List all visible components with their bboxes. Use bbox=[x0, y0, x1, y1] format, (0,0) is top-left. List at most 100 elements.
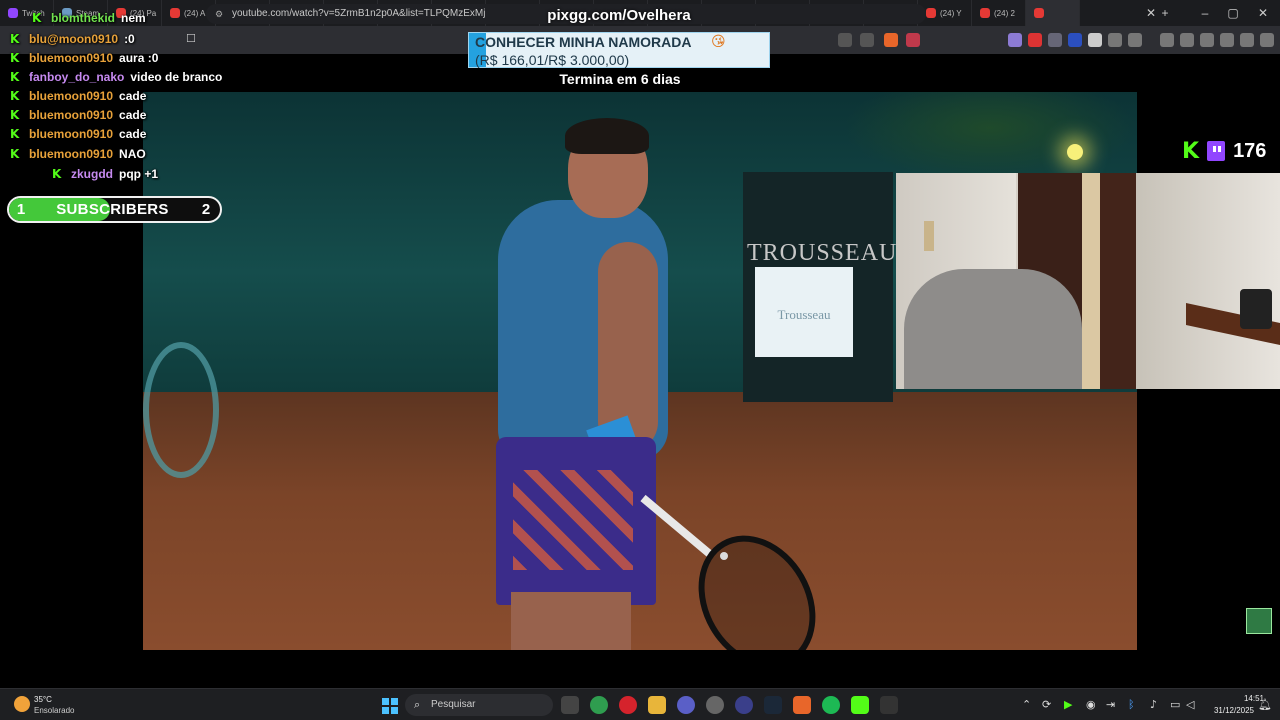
kick-app-icon[interactable] bbox=[851, 696, 869, 714]
steam-icon[interactable] bbox=[764, 696, 782, 714]
chat-username[interactable]: fanboy_do_nako bbox=[29, 70, 124, 84]
wallet-icon[interactable] bbox=[1200, 33, 1214, 47]
windows-start-icon[interactable] bbox=[382, 698, 398, 714]
share-icon[interactable] bbox=[860, 33, 874, 47]
chat-text: :0 bbox=[124, 31, 135, 46]
chat-username[interactable]: bluemoon0910 bbox=[29, 51, 113, 65]
volume-icon[interactable]: ◁ bbox=[1186, 698, 1194, 711]
maximize-icon[interactable]: ▢ bbox=[1218, 0, 1248, 26]
media-icon[interactable] bbox=[1160, 33, 1174, 47]
subs-label: SUBSCRIBERS bbox=[56, 201, 169, 218]
spotify-icon[interactable] bbox=[822, 696, 840, 714]
tray-app-icon[interactable]: ◉ bbox=[1086, 698, 1096, 711]
sign-text: Trousseau bbox=[777, 307, 831, 322]
microphone-icon[interactable]: ♪ bbox=[1150, 698, 1157, 711]
webcam-speaker bbox=[1240, 289, 1272, 329]
tab-label: (24) 2 bbox=[994, 8, 1015, 18]
chat-message: Kblu@moon0910 :0 bbox=[10, 29, 135, 48]
bluetooth-icon[interactable]: ᛒ bbox=[1128, 698, 1135, 711]
window-close-icon[interactable]: ✕ bbox=[1248, 0, 1278, 26]
webcam-chair bbox=[904, 269, 1082, 389]
epic-games-icon[interactable] bbox=[880, 696, 898, 714]
search-icon: ⌕ bbox=[414, 698, 421, 711]
goal-amount: (R$ 166,01/R$ 3.000,00) bbox=[475, 52, 630, 68]
sidebar-icon[interactable] bbox=[1180, 33, 1194, 47]
court-light bbox=[1067, 144, 1083, 160]
tab-label: (24) A bbox=[184, 8, 206, 18]
brave-shield-icon[interactable] bbox=[884, 33, 898, 47]
downloads-icon[interactable] bbox=[1128, 33, 1142, 47]
play-icon[interactable]: ▶ bbox=[1064, 698, 1072, 711]
chevron-up-icon[interactable]: ⌃ bbox=[1022, 698, 1031, 711]
chat-text: video de branco bbox=[130, 69, 223, 84]
browser-tab[interactable]: (24) Y bbox=[918, 0, 972, 26]
chat-username[interactable]: bluemoon0910 bbox=[29, 89, 113, 103]
weather-temp: 35°C bbox=[34, 695, 52, 704]
brave-icon[interactable] bbox=[793, 696, 811, 714]
chrome-icon[interactable] bbox=[590, 696, 608, 714]
menu-icon[interactable] bbox=[1260, 33, 1274, 47]
kick-badge-icon: K bbox=[10, 31, 20, 46]
task-view-icon[interactable] bbox=[561, 696, 579, 714]
site-info-icon[interactable]: ⚙ bbox=[215, 4, 223, 24]
chat-username[interactable]: blomthekid bbox=[51, 11, 115, 25]
subs-target: 2 bbox=[201, 201, 211, 218]
kick-badge-icon: K bbox=[32, 10, 42, 25]
chat-username[interactable]: blu@moon0910 bbox=[29, 32, 118, 46]
extension-icon[interactable] bbox=[1068, 33, 1082, 47]
search-placeholder: Pesquisar bbox=[431, 699, 476, 710]
weather-icon[interactable] bbox=[14, 696, 30, 712]
bookmark-icon[interactable]: ☐ bbox=[186, 32, 196, 45]
tray-app-icon[interactable]: ⇥ bbox=[1106, 698, 1115, 711]
kick-badge-icon: K bbox=[10, 126, 20, 141]
kick-badge-icon: K bbox=[10, 146, 20, 161]
chat-message: Kbluemoon0910 cade bbox=[10, 124, 146, 143]
webcam-outlet bbox=[924, 221, 934, 251]
player-legs bbox=[511, 592, 631, 650]
rewards-icon[interactable] bbox=[906, 33, 920, 47]
kick-badge-icon: K bbox=[10, 69, 20, 84]
chat-username[interactable]: bluemoon0910 bbox=[29, 147, 113, 161]
chat-text: cade bbox=[119, 126, 147, 141]
file-explorer-icon[interactable] bbox=[648, 696, 666, 714]
extensions-puzzle-icon[interactable] bbox=[1108, 33, 1122, 47]
network-icon[interactable]: ▭ bbox=[1170, 698, 1180, 711]
vpn-icon[interactable] bbox=[1240, 33, 1254, 47]
app-icon[interactable] bbox=[735, 696, 753, 714]
chat-username[interactable]: bluemoon0910 bbox=[29, 108, 113, 122]
discord-icon[interactable] bbox=[677, 696, 695, 714]
kick-badge-icon: K bbox=[10, 88, 20, 103]
chat-username[interactable]: zkugdd bbox=[71, 167, 113, 181]
app-icon[interactable] bbox=[706, 696, 724, 714]
pix-url: pixgg.com/Ovelhera bbox=[547, 7, 691, 24]
webcam-hallway bbox=[1082, 173, 1102, 389]
extension-icon[interactable] bbox=[1088, 33, 1102, 47]
tab-label: (24) Y bbox=[940, 8, 962, 18]
subscriber-goal: 1 SUBSCRIBERS 2 bbox=[7, 196, 222, 223]
browser-tab[interactable] bbox=[1026, 0, 1080, 26]
notification-icon[interactable]: 🔔︎ bbox=[1258, 698, 1272, 711]
extension-icon[interactable] bbox=[1048, 33, 1062, 47]
extension-icon[interactable] bbox=[1028, 33, 1042, 47]
kick-badge-icon: K bbox=[52, 166, 62, 181]
minimize-icon[interactable]: – bbox=[1190, 0, 1220, 26]
banner-text: TROUSSEAU bbox=[747, 240, 898, 266]
cast-icon[interactable] bbox=[838, 33, 852, 47]
tennis-ball bbox=[720, 552, 728, 560]
leo-icon[interactable] bbox=[1220, 33, 1234, 47]
new-tab-button[interactable]: + bbox=[1150, 0, 1180, 26]
taskbar: 35°C Ensolarado ⌕ Pesquisar ⌃ ⟳ ▶ ◉ ⇥ ᛒ … bbox=[0, 688, 1280, 720]
opera-icon[interactable] bbox=[619, 696, 637, 714]
browser-tab[interactable]: (24) 2 bbox=[972, 0, 1026, 26]
taskbar-search[interactable]: ⌕ Pesquisar bbox=[405, 694, 553, 716]
webcam-wall bbox=[1136, 173, 1280, 389]
kiss-emoji-icon: 😘 bbox=[711, 34, 726, 50]
tab-favicon-icon bbox=[926, 8, 936, 18]
extension-icon[interactable] bbox=[1008, 33, 1022, 47]
clock-date[interactable]: 31/12/2025 bbox=[1204, 706, 1254, 715]
webcam-door bbox=[1100, 173, 1136, 389]
sync-icon[interactable]: ⟳ bbox=[1042, 698, 1051, 711]
shorts-pattern bbox=[513, 470, 633, 570]
chat-username[interactable]: bluemoon0910 bbox=[29, 127, 113, 141]
webcam-feed bbox=[896, 173, 1280, 389]
